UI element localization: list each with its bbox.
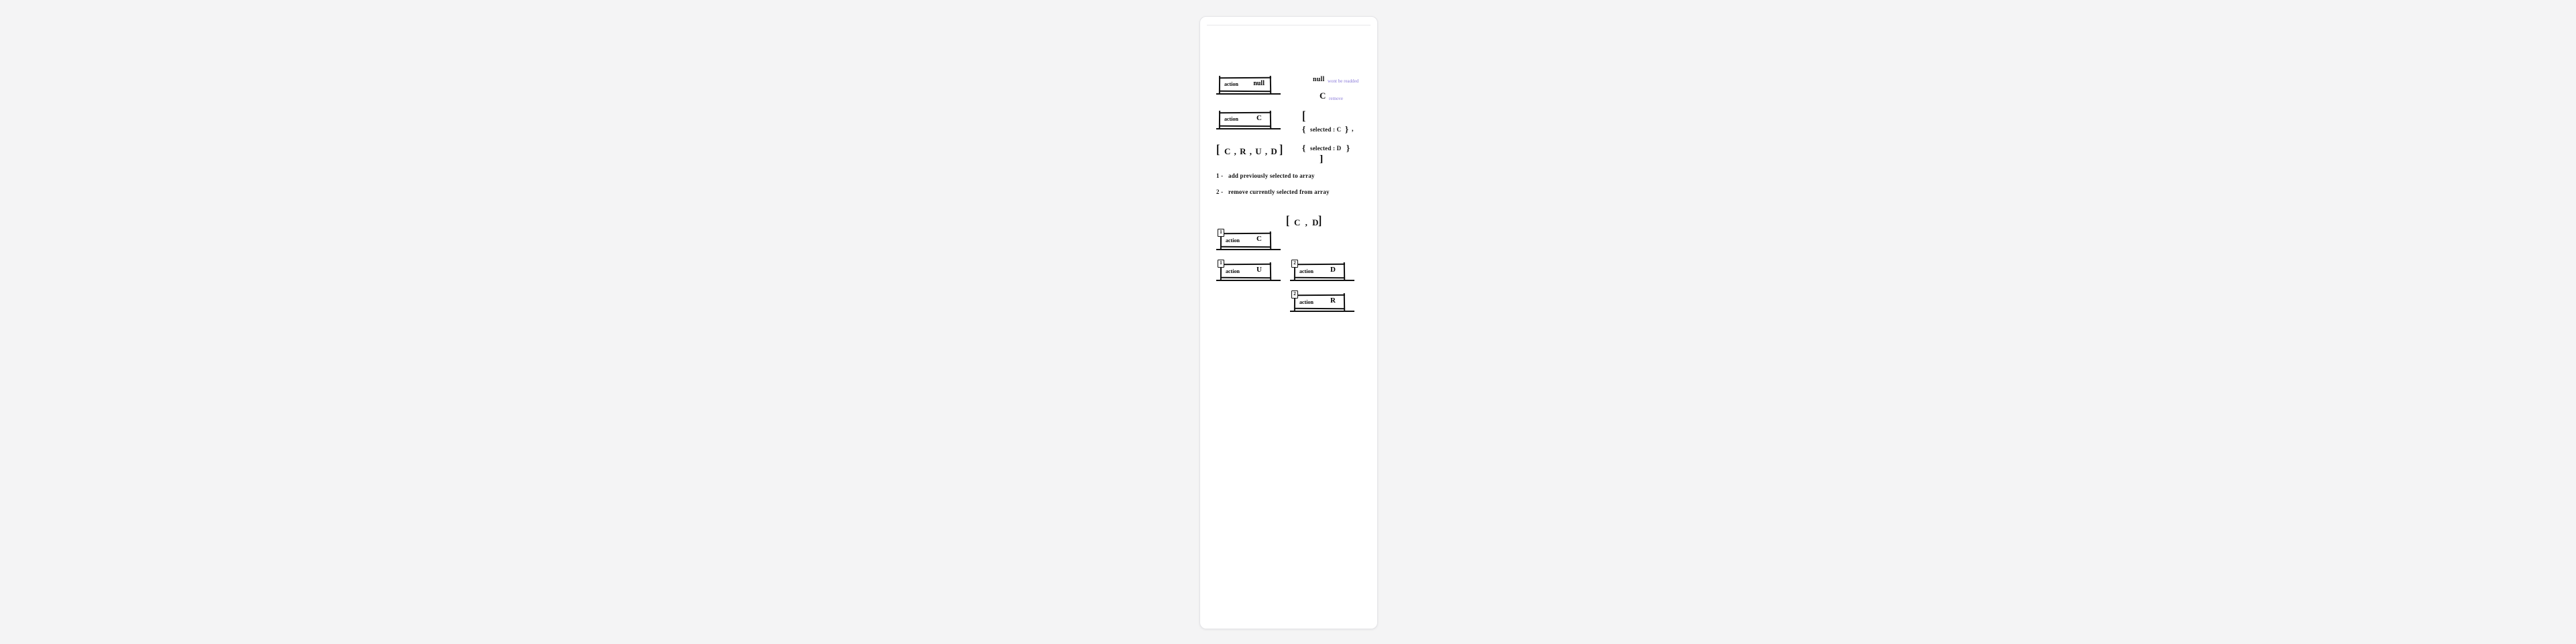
state-box-value: null [1253, 80, 1265, 87]
full-array-text: C , R , U , D [1224, 146, 1278, 157]
column-box-r: action R [1294, 294, 1345, 309]
note-c-word: C [1320, 91, 1326, 101]
pin-badge: 1 [1218, 229, 1224, 237]
baseline-1 [1216, 93, 1281, 95]
note-c-annot: remove [1329, 96, 1343, 101]
pin-badge: 2 [1291, 290, 1298, 299]
pin-badge: 1 [1218, 260, 1224, 268]
state-box-action-c: action C [1219, 112, 1271, 127]
step-1-text: add previously selected to array [1228, 172, 1315, 179]
baseline-4 [1216, 280, 1281, 281]
note-null-word: null [1313, 76, 1324, 83]
column-box-u: action U [1220, 264, 1271, 278]
state-box-label: action [1224, 116, 1238, 122]
state-box-value: U [1256, 266, 1262, 274]
bracket-open-icon: [ [1286, 214, 1289, 229]
bracket-close-icon: ] [1318, 214, 1322, 229]
state-box-label: action [1224, 81, 1238, 87]
state-box-value: D [1330, 266, 1336, 274]
state-box-label: action [1226, 237, 1240, 244]
comma-text: , [1352, 125, 1354, 133]
note-null-annot: wont be readded [1328, 78, 1358, 84]
state-box-value: C [1256, 235, 1262, 243]
brace-close-icon: } [1346, 143, 1350, 154]
bracket-close-icon: ] [1279, 143, 1283, 158]
state-box-value: R [1330, 297, 1336, 305]
state-box-value: C [1256, 114, 1262, 122]
baseline-5 [1290, 280, 1354, 281]
bracket-close-icon: ] [1320, 154, 1323, 165]
bracket-open-icon: [ [1216, 143, 1220, 158]
baseline-2 [1216, 128, 1281, 129]
state-box-action-null: action null [1219, 77, 1271, 92]
baseline-6 [1290, 311, 1354, 312]
reduced-array-text: C , D [1294, 217, 1320, 228]
brace-open-icon: { [1302, 124, 1305, 135]
brace-close-icon: } [1345, 124, 1348, 135]
step-2-text: remove currently selected from array [1228, 189, 1330, 195]
state-box-label: action [1299, 299, 1313, 305]
brace-open-icon: { [1302, 143, 1305, 154]
baseline-3 [1216, 249, 1281, 250]
notebook-page: action null action C [ C , R , U , D ] n… [1199, 16, 1378, 629]
step-2-number: 2 - [1216, 189, 1223, 195]
column-box-c: action C [1220, 233, 1271, 248]
column-box-d: action D [1294, 264, 1345, 278]
selected-c-text: selected : C [1310, 126, 1341, 133]
state-box-label: action [1299, 268, 1313, 274]
pin-badge: 2 [1291, 260, 1298, 268]
state-box-label: action [1226, 268, 1240, 274]
bracket-open-icon: [ [1302, 109, 1305, 124]
selected-d-text: selected : D [1310, 145, 1341, 152]
step-1-number: 1 - [1216, 172, 1223, 179]
